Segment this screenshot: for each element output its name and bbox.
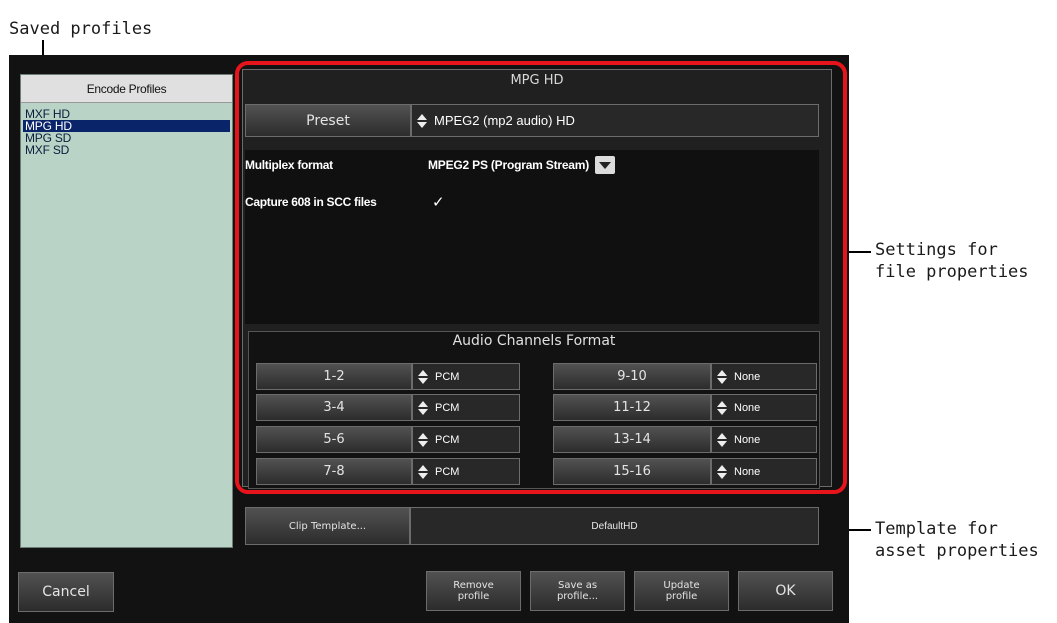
annotation-pointer-settings [849, 251, 871, 253]
settings-highlight-frame [235, 61, 847, 494]
remove-profile-button[interactable]: Remove profile [426, 571, 521, 611]
annotation-template-asset-properties: Template for asset properties [875, 519, 1039, 561]
cancel-button[interactable]: Cancel [18, 572, 114, 612]
clip-template-button[interactable]: Clip Template... [245, 507, 410, 545]
save-as-profile-button[interactable]: Save as profile... [530, 571, 625, 611]
profiles-list: MXF HD MPG HD MPG SD MXF SD [23, 108, 230, 156]
annotation-settings-file-properties: Settings for file properties [875, 240, 1029, 282]
profiles-header: Encode Profiles [21, 75, 232, 103]
annotation-saved-profiles: Saved profiles [9, 19, 153, 39]
clip-template-value-field: DefaultHD [410, 507, 819, 545]
profiles-panel: Encode Profiles MXF HD MPG HD MPG SD MXF… [20, 74, 233, 548]
ok-button[interactable]: OK [738, 571, 833, 611]
update-profile-button[interactable]: Update profile [634, 571, 729, 611]
profile-item-mxf-sd[interactable]: MXF SD [23, 144, 230, 156]
